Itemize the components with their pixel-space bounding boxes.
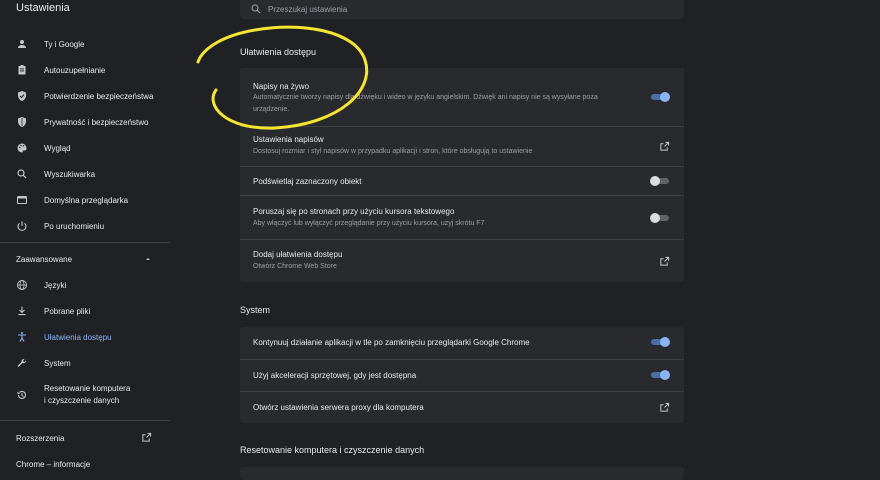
setting-title: Poruszaj się po stronach przy użyciu kur… [253,207,455,216]
sidebar: Ty i Google Autouzupełnianie Potwierdzen… [0,30,170,480]
setting-title: Ustawienia napisów [253,135,324,144]
sidebar-item-label: Wygląd [44,143,71,153]
setting-title: Kontynuuj działanie aplikacji w tle po z… [253,338,530,347]
globe-icon [17,280,27,290]
open-in-new-icon [142,432,152,442]
sidebar-item-label: Autouzupełnianie [44,65,106,75]
reset-card [240,467,684,480]
setting-background-apps[interactable]: Kontynuuj działanie aplikacji w tle po z… [240,327,684,359]
top-bar: Ustawienia [0,0,880,22]
setting-title: Dodaj ułatwienia dostępu [253,250,343,259]
sidebar-item-extensions[interactable]: Rozszerzenia [0,426,170,450]
advanced-label: Zaawansowane [16,254,73,264]
open-in-new-icon[interactable] [659,402,670,413]
chevron-up-icon [146,258,150,260]
sidebar-item-safety-check[interactable]: Potwierdzenie bezpieczeństwa [0,84,170,108]
background-apps-toggle[interactable] [650,337,670,347]
setting-description: Otwórz Chrome Web Store [253,263,337,270]
sidebar-item-label: Po uruchomieniu [44,221,105,231]
history-icon [17,390,26,399]
setting-description: Aby włączyć lub wyłączyć przeglądanie pr… [253,220,485,227]
clipboard-icon [18,65,26,75]
live-caption-toggle[interactable] [650,92,670,102]
search-box[interactable] [240,0,684,19]
sidebar-item-default-browser[interactable]: Domyślna przeglądarka [0,188,170,212]
wrench-icon [17,358,27,367]
sidebar-item-appearance[interactable]: Wygląd [0,136,170,160]
setting-live-caption[interactable]: Napisy na żywo Automatycznie tworzy napi… [240,68,684,126]
setting-caption-preferences[interactable]: Ustawienia napisów Dostosuj rozmiar i st… [240,126,684,166]
power-icon [17,221,27,231]
sidebar-divider [0,242,170,243]
extensions-label: Rozszerzenia [16,433,65,443]
about-label: Chrome – informacje [16,459,91,469]
search-input[interactable] [268,1,668,17]
setting-caret-browsing[interactable]: Poruszaj się po stronach przy użyciu kur… [240,195,684,239]
system-card: Kontynuuj działanie aplikacji w tle po z… [240,327,684,423]
shield-check-icon [18,91,26,101]
sidebar-item-label: Potwierdzenie bezpieczeństwa [44,91,154,101]
search-icon [251,4,261,14]
setting-proxy[interactable]: Otwórz ustawienia serwera proxy dla komp… [240,391,684,423]
hardware-acceleration-toggle[interactable] [650,370,670,380]
section-title-reset: Resetowanie komputera i czyszczenie dany… [240,445,425,455]
sidebar-item-search-engine[interactable]: Wyszukiwarka [0,162,170,186]
sidebar-item-label: Ty i Google [44,39,85,49]
caret-browsing-toggle[interactable] [650,213,670,223]
sidebar-item-label-line2: i czyszczenie danych [44,396,120,405]
sidebar-item-autofill[interactable]: Autouzupełnianie [0,58,170,82]
palette-icon [17,143,27,153]
sidebar-item-label: System [44,358,71,368]
sidebar-item-label: Prywatność i bezpieczeństwo [44,117,149,127]
focus-highlight-toggle[interactable] [650,176,670,186]
search-icon [17,169,27,179]
sidebar-item-on-startup[interactable]: Po uruchomieniu [0,214,170,238]
sidebar-item-label: Domyślna przeglądarka [44,195,129,205]
section-title-accessibility: Ułatwienia dostępu [240,47,317,57]
setting-title: Napisy na żywo [253,82,310,91]
download-icon [18,306,26,316]
setting-title: Otwórz ustawienia serwera proxy dla komp… [253,403,424,412]
setting-title: Podświetlaj zaznaczony obiekt [253,177,362,186]
page-title: Ustawienia [16,2,70,14]
accessibility-icon [18,332,26,342]
sidebar-divider [0,420,170,421]
sidebar-item-privacy[interactable]: Prywatność i bezpieczeństwo [0,110,170,134]
person-icon [18,40,26,48]
sidebar-item-system[interactable]: System [0,351,170,375]
sidebar-item-downloads[interactable]: Pobrane pliki [0,299,170,323]
sidebar-item-languages[interactable]: Języki [0,273,170,297]
sidebar-item-label: Ułatwienia dostępu [44,332,112,342]
sidebar-advanced-toggle[interactable]: Zaawansowane [0,247,170,271]
sidebar-item-label: Wyszukiwarka [44,169,96,179]
shield-icon [18,117,26,127]
sidebar-item-label: Resetowanie komputera [44,384,131,393]
sidebar-item-label: Pobrane pliki [44,306,91,316]
sidebar-item-you-and-google[interactable]: Ty i Google [0,32,170,56]
section-title-system: System [240,305,271,315]
sidebar-item-accessibility[interactable]: Ułatwienia dostępu [0,325,170,349]
setting-focus-highlight[interactable]: Podświetlaj zaznaczony obiekt [240,166,684,195]
setting-description: Automatycznie tworzy napisy dla dźwięku … [253,94,598,113]
accessibility-card: Napisy na żywo Automatycznie tworzy napi… [240,68,684,282]
open-in-new-icon[interactable] [659,141,670,152]
setting-title: Użyj akceleracji sprzętowej, gdy jest do… [253,371,417,380]
sidebar-item-label: Języki [44,280,67,290]
open-in-new-icon[interactable] [659,256,670,267]
setting-description: Dostosuj rozmiar i styl napisów w przypa… [253,148,533,155]
browser-icon [17,196,27,204]
setting-hardware-acceleration[interactable]: Użyj akceleracji sprzętowej, gdy jest do… [240,359,684,391]
sidebar-item-about[interactable]: Chrome – informacje [0,452,170,476]
sidebar-item-reset[interactable]: Resetowanie komputera i czyszczenie dany… [0,379,170,411]
setting-add-accessibility[interactable]: Dodaj ułatwienia dostępu Otwórz Chrome W… [240,239,684,282]
